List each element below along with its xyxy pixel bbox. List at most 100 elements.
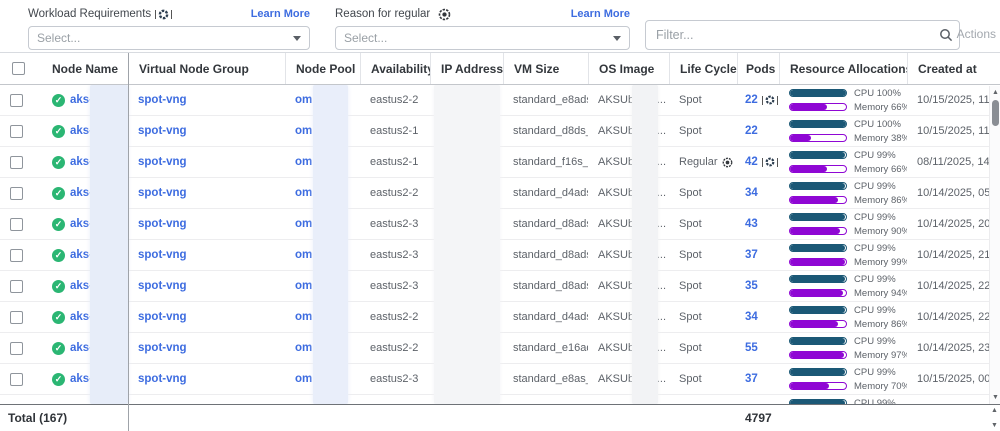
node-healthy-icon: ✓ [52,94,65,107]
virtual-node-group-link[interactable]: spot-vng [138,125,187,137]
table-row[interactable]: ✓ aks-om spot-vng omnp eastus2-3 standar… [0,209,1000,240]
row-checkbox[interactable] [10,156,23,169]
redacted-ip-address-region [434,85,500,404]
scrollbar-thumb[interactable] [992,100,999,126]
virtual-node-group-link[interactable]: spot-vng [138,342,187,354]
table-row[interactable]: ✓ aks-om spot-vng omnp eastus2-3 standar… [0,364,1000,395]
memory-usage-bar [789,134,847,142]
pods-count-link[interactable]: 43 [745,218,758,230]
life-cycle-cell: Spot [669,364,737,394]
column-header-node-pool[interactable]: Node Pool [285,53,360,84]
pods-count-link[interactable]: 34 [745,187,758,199]
row-checkbox[interactable] [10,125,23,138]
pods-cell: 22 [737,85,779,115]
filter-input[interactable] [646,28,933,42]
memory-usage-label: Memory 90% [854,226,907,237]
created-at-cell: 10/15/2025, 11:50... [907,85,990,115]
pods-count-link[interactable]: 35 [745,280,758,292]
table-row[interactable]: ✓ aks-om spot-vng omnp eastus2-2 standar… [0,333,1000,364]
table-row[interactable]: ✓ aks-om spot-vng omnp eastus2-2 standar… [0,178,1000,209]
created-at-cell: 10/14/2025, 05:1... [907,178,990,208]
column-header-life-cycle[interactable]: Life Cycle [669,53,737,84]
reason-for-regular-select[interactable]: Select... [335,26,630,50]
virtual-node-group-link[interactable]: spot-vng [138,311,187,323]
row-checkbox[interactable] [10,373,23,386]
life-cycle-cell: Spot [669,178,737,208]
availability-zone-cell: eastus2-2 [360,178,430,208]
cpu-usage-label: CPU 100% [854,88,901,99]
virtual-node-group-cell: spot-vng [128,240,285,270]
memory-usage-bar [789,351,847,359]
virtual-node-group-link[interactable]: spot-vng [138,280,187,292]
pods-count-link[interactable]: 37 [745,249,758,261]
row-checkbox[interactable] [10,311,23,324]
row-checkbox[interactable] [10,342,23,355]
pods-count-link[interactable]: 34 [745,311,758,323]
table-row[interactable]: ✓ aks-om spot-vng omnp eastus2-1 standar… [0,147,1000,178]
resource-allocations-cell: CPU 100% Memory 66% [779,85,907,115]
column-header-os-image[interactable]: OS Image [588,53,669,84]
resource-allocations-cell: CPU 99% Memory 94% [779,271,907,301]
column-header-node-name[interactable]: Node Name [40,53,128,84]
learn-more-link[interactable]: Learn More [251,8,310,20]
cpu-usage-bar [789,368,847,376]
virtual-node-group-cell: spot-vng [128,395,285,404]
memory-usage-label: Memory 70% [854,381,907,392]
column-header-vm-size[interactable]: VM Size [503,53,588,84]
pods-count-link[interactable]: 37 [745,373,758,385]
pods-count-link[interactable]: 22 [745,125,758,137]
table-row[interactable]: ✓ aks-om spot-vng omnp eastus2-3 standar… [0,271,1000,302]
learn-more-link[interactable]: Learn More [571,8,630,20]
vm-size-cell: standard_d4ads... [503,178,588,208]
vm-size-cell: standard_d8ads... [503,240,588,270]
scroll-up-icon[interactable]: ▲ [990,87,1000,98]
table-row[interactable]: ✓ aks-om spot-vng omnp eastus2-2 standar… [0,85,1000,116]
row-checkbox[interactable] [10,187,23,200]
table-row[interactable]: ✓ aks-om spot-vng omnp eastus2-3 standar… [0,395,1000,404]
row-checkbox[interactable] [10,218,23,231]
column-header-virtual-node-group[interactable]: Virtual Node Group [128,53,285,84]
scroll-down-icon[interactable]: ▼ [990,392,1000,403]
column-header-pods[interactable]: Pods [737,53,779,84]
column-header-availability-zone[interactable]: Availability Zone [360,53,430,84]
spot-pods-icon [762,95,778,105]
total-count-label: Total (167) [0,411,128,425]
created-at-cell: 10/14/2025, 21:12... [907,240,990,270]
column-header-created-at[interactable]: Created at [907,53,990,84]
row-checkbox[interactable] [10,280,23,293]
scroll-down-icon[interactable]: ▼ [991,422,998,429]
pods-count-link[interactable]: 42 [745,156,758,168]
memory-usage-label: Memory 86% [854,319,907,330]
pods-count-link[interactable]: 55 [745,342,758,354]
column-header-resource-allocations[interactable]: Resource Allocations↓≡ [779,53,907,84]
row-checkbox[interactable] [10,94,23,107]
virtual-node-group-link[interactable]: spot-vng [138,187,187,199]
virtual-node-group-link[interactable]: spot-vng [138,373,187,385]
filter-search-box [645,20,960,50]
cpu-usage-label: CPU 99% [854,367,896,378]
virtual-node-group-link[interactable]: spot-vng [138,249,187,261]
scroll-up-icon[interactable]: ▲ [991,407,998,414]
vm-size-cell: standard_d8ads... [503,271,588,301]
table-row[interactable]: ✓ aks-om spot-vng omnp eastus2-1 standar… [0,116,1000,147]
pods-cell: 35 [737,271,779,301]
select-all-checkbox[interactable] [12,62,25,75]
availability-zone-cell: eastus2-3 [360,364,430,394]
virtual-node-group-link[interactable]: spot-vng [138,156,187,168]
pods-count-link[interactable]: 22 [745,94,758,106]
pods-cell: 43 [737,209,779,239]
memory-usage-bar [789,227,847,235]
virtual-node-group-link[interactable]: spot-vng [138,218,187,230]
memory-usage-label: Memory 86% [854,195,907,206]
table-row[interactable]: ✓ aks-om spot-vng omnp eastus2-3 standar… [0,240,1000,271]
pods-cell: 37 [737,364,779,394]
virtual-node-group-link[interactable]: spot-vng [138,94,187,106]
column-header-ip-address[interactable]: IP Address [430,53,503,84]
workload-requirements-select[interactable]: Select... [28,26,310,50]
actions-button[interactable]: Actions [957,27,996,41]
table-row[interactable]: ✓ aks-om spot-vng omnp eastus2-2 standar… [0,302,1000,333]
row-checkbox[interactable] [10,249,23,262]
filters-toolbar: Workload Requirements Learn More Select.… [0,0,1000,53]
row-checkbox-cell [0,147,40,177]
search-icon[interactable] [933,28,959,42]
